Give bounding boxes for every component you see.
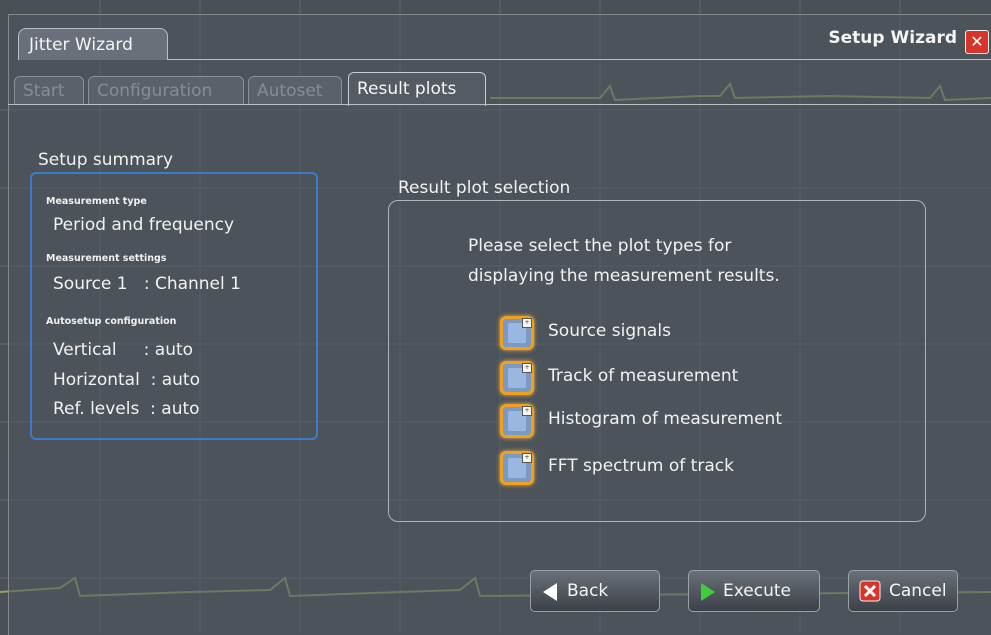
vertical-value: Vertical : auto (53, 340, 194, 360)
arrow-left-icon (543, 583, 557, 601)
cancel-label: Cancel (889, 581, 947, 601)
cancel-button[interactable]: Cancel (848, 570, 958, 612)
execute-button[interactable]: Execute (688, 570, 820, 612)
tab-autoset[interactable]: Autoset (248, 76, 342, 104)
result-plot-selection-title: Result plot selection (398, 178, 571, 198)
option-label: Histogram of measurement (548, 409, 782, 429)
autosetup-configuration-label: Autosetup configuration (46, 316, 177, 327)
option-label: FFT spectrum of track (548, 456, 734, 476)
close-icon[interactable]: ✕ (965, 30, 989, 54)
checkbox-icon[interactable]: + (500, 451, 534, 485)
checkbox-icon[interactable]: + (500, 361, 534, 395)
close-icon (859, 580, 881, 602)
instruction-line-2: displaying the measurement results. (468, 266, 780, 286)
window-title-tab: Jitter Wizard (18, 28, 168, 60)
checkbox-icon[interactable]: + (500, 316, 534, 350)
measurement-settings-label: Measurement settings (46, 253, 167, 264)
tab-divider (8, 104, 991, 105)
title-divider (168, 59, 991, 60)
play-icon (701, 583, 715, 601)
instruction-line-1: Please select the plot types for (468, 236, 732, 256)
checkbox-icon[interactable]: + (500, 404, 534, 438)
tab-start[interactable]: Start (14, 76, 84, 104)
option-label: Track of measurement (548, 366, 739, 386)
measurement-type-value: Period and frequency (53, 215, 235, 235)
tab-result-plots[interactable]: Result plots (348, 72, 486, 106)
setup-summary-title: Setup summary (38, 150, 174, 170)
measurement-type-label: Measurement type (46, 196, 147, 207)
tab-configuration[interactable]: Configuration (88, 76, 244, 104)
option-label: Source signals (548, 321, 671, 341)
execute-label: Execute (723, 581, 791, 601)
horizontal-value: Horizontal : auto (53, 370, 200, 390)
setup-wizard-label: Setup Wizard (828, 28, 957, 48)
back-label: Back (567, 581, 609, 601)
ref-levels-value: Ref. levels : auto (53, 399, 200, 419)
source-value: Source 1 : Channel 1 (53, 274, 241, 294)
back-button[interactable]: Back (530, 570, 660, 612)
